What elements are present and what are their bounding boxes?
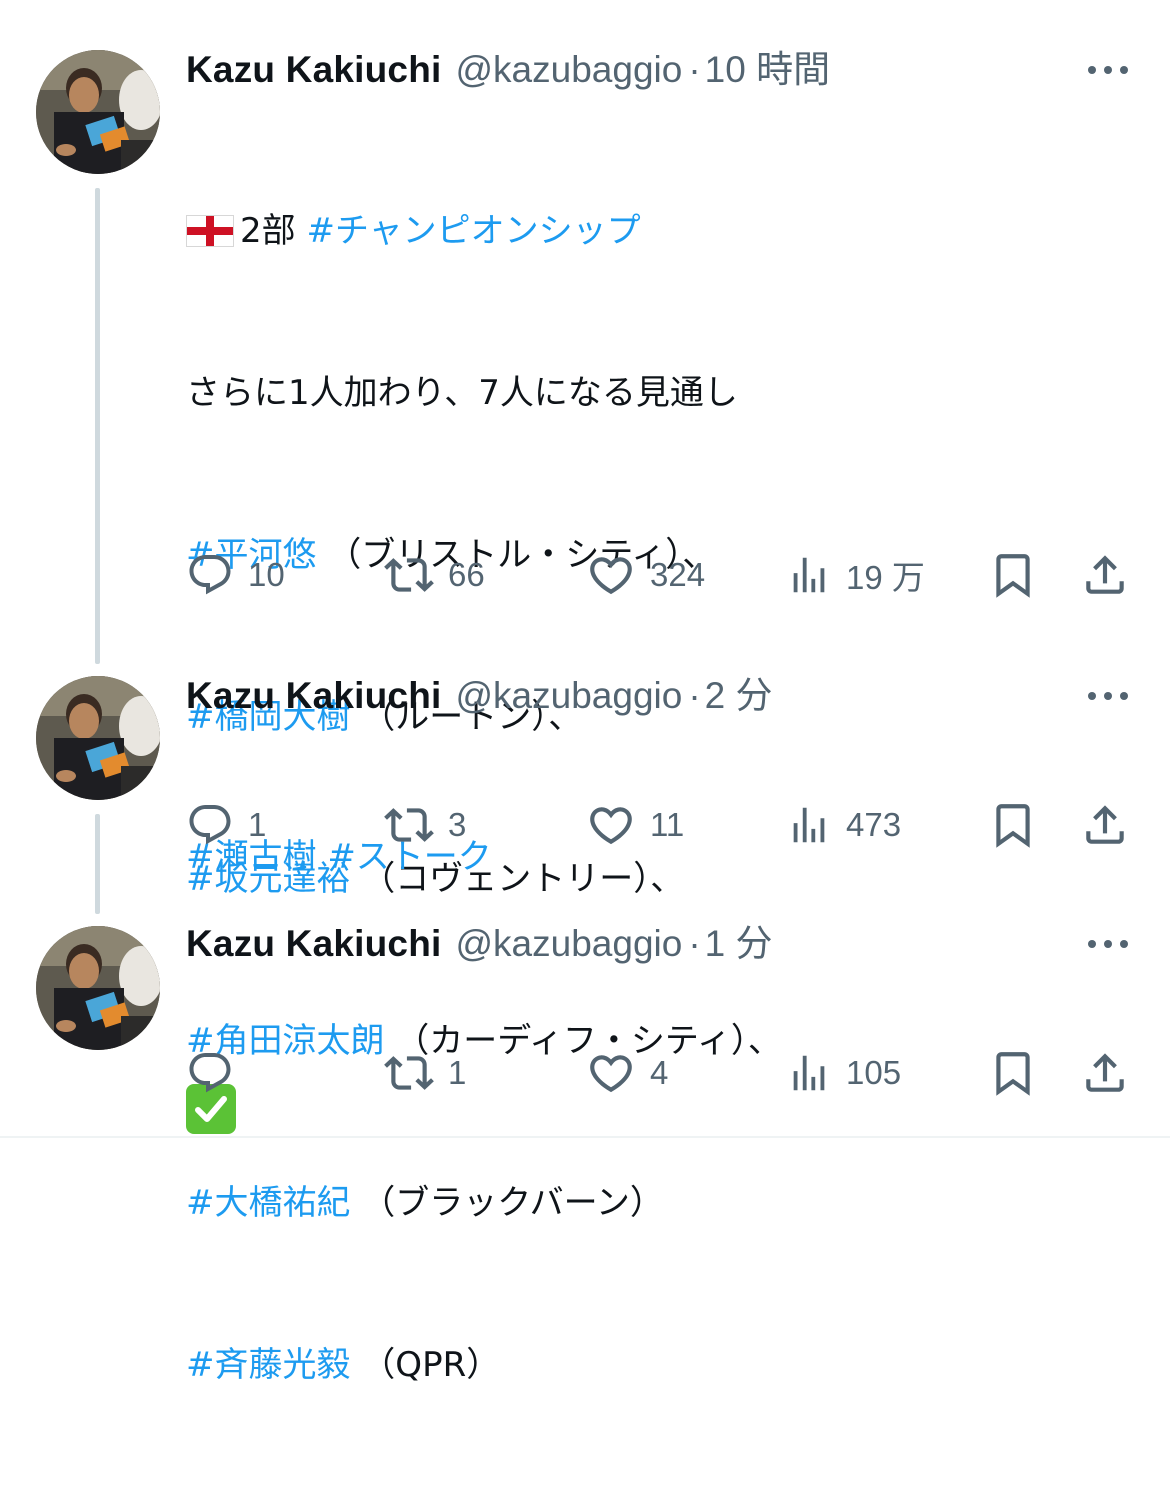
avatar[interactable] bbox=[36, 926, 160, 1050]
retweet-icon bbox=[384, 1048, 434, 1098]
bookmark-button[interactable] bbox=[988, 548, 1038, 602]
views-chart-icon bbox=[786, 1050, 832, 1096]
more-options-icon[interactable] bbox=[1086, 48, 1130, 92]
action-bar: 10 66 324 19 万 bbox=[186, 548, 1136, 602]
author-handle[interactable]: @kazubaggio bbox=[456, 48, 683, 92]
heart-icon bbox=[586, 550, 636, 600]
hashtag-link[interactable]: #斉藤光毅 bbox=[186, 1338, 351, 1392]
reply-button[interactable]: 10 bbox=[186, 548, 285, 602]
reply-icon bbox=[186, 1049, 234, 1097]
hashtag-link[interactable]: #チャンピオンシップ bbox=[306, 204, 640, 258]
timestamp[interactable]: 10 時間 bbox=[705, 48, 830, 92]
author-name[interactable]: Kazu Kakiuchi bbox=[186, 48, 442, 92]
views-button[interactable]: 105 bbox=[786, 1046, 901, 1100]
reply-icon bbox=[186, 551, 234, 599]
text-line: #大橋祐紀 （ブラックバーン） bbox=[186, 1176, 782, 1230]
like-button[interactable]: 4 bbox=[586, 1046, 668, 1100]
retweet-button[interactable]: 3 bbox=[384, 798, 466, 852]
divider bbox=[0, 1136, 1170, 1138]
like-button[interactable]: 324 bbox=[586, 548, 705, 602]
author-name[interactable]: Kazu Kakiuchi bbox=[186, 674, 442, 718]
text-line: さらに1人加わり、7人になる見通し bbox=[186, 366, 782, 420]
bookmark-icon bbox=[988, 800, 1038, 850]
more-options-icon[interactable] bbox=[1086, 922, 1130, 966]
author-name[interactable]: Kazu Kakiuchi bbox=[186, 922, 442, 966]
avatar[interactable] bbox=[36, 50, 160, 174]
england-flag-icon bbox=[186, 215, 234, 247]
author-handle[interactable]: @kazubaggio bbox=[456, 674, 683, 718]
text-segment: （ブラックバーン） bbox=[350, 1183, 664, 1223]
reply-button[interactable] bbox=[186, 1046, 248, 1100]
retweet-count: 66 bbox=[448, 556, 485, 593]
reply-icon bbox=[186, 801, 234, 849]
reply-button[interactable]: 1 bbox=[186, 798, 266, 852]
bookmark-button[interactable] bbox=[988, 798, 1038, 852]
bookmark-icon bbox=[988, 550, 1038, 600]
tweet[interactable]: Kazu Kakiuchi @kazubaggio · 1 分 1 4 105 bbox=[0, 922, 1170, 1134]
more-options-icon[interactable] bbox=[1086, 674, 1130, 718]
share-button[interactable] bbox=[1080, 798, 1130, 852]
separator-dot: · bbox=[688, 675, 701, 716]
share-icon bbox=[1080, 550, 1130, 600]
avatar[interactable] bbox=[36, 676, 160, 800]
reply-count: 10 bbox=[248, 556, 285, 593]
text-line: 2部 #チャンピオンシップ bbox=[186, 204, 782, 258]
timestamp[interactable]: 2 分 bbox=[705, 674, 773, 718]
timestamp[interactable]: 1 分 bbox=[705, 922, 773, 966]
action-bar: 1 4 105 bbox=[186, 1046, 1136, 1100]
text-segment: 2部 bbox=[240, 211, 307, 251]
views-count: 19 万 bbox=[846, 559, 925, 596]
like-count: 11 bbox=[650, 806, 685, 843]
share-icon bbox=[1080, 1048, 1130, 1098]
retweet-button[interactable]: 1 bbox=[384, 1046, 466, 1100]
separator-dot: · bbox=[688, 923, 701, 964]
views-chart-icon bbox=[786, 552, 832, 598]
action-bar: 1 3 11 473 bbox=[186, 798, 1136, 852]
share-icon bbox=[1080, 800, 1130, 850]
views-button[interactable]: 473 bbox=[786, 798, 901, 852]
like-count: 4 bbox=[650, 1054, 669, 1091]
views-button[interactable]: 19 万 bbox=[786, 548, 925, 602]
text-segment: （QPR） bbox=[350, 1345, 501, 1385]
views-count: 473 bbox=[846, 806, 902, 843]
heart-icon bbox=[586, 800, 636, 850]
retweet-icon bbox=[384, 800, 434, 850]
views-count: 105 bbox=[846, 1054, 902, 1091]
bookmark-button[interactable] bbox=[988, 1046, 1038, 1100]
tweet[interactable]: Kazu Kakiuchi @kazubaggio · 2 分 #瀬古樹 #スト… bbox=[0, 674, 1170, 877]
text-line: #斉藤光毅 （QPR） bbox=[186, 1338, 782, 1392]
share-button[interactable] bbox=[1080, 1046, 1130, 1100]
like-count: 324 bbox=[650, 556, 706, 593]
share-button[interactable] bbox=[1080, 548, 1130, 602]
retweet-button[interactable]: 66 bbox=[384, 548, 485, 602]
retweet-icon bbox=[384, 550, 434, 600]
separator-dot: · bbox=[688, 49, 701, 90]
author-handle[interactable]: @kazubaggio bbox=[456, 922, 683, 966]
heart-icon bbox=[586, 1048, 636, 1098]
retweet-count: 3 bbox=[448, 806, 467, 843]
tweet-text bbox=[186, 974, 236, 1244]
retweet-count: 1 bbox=[448, 1054, 467, 1091]
views-chart-icon bbox=[786, 802, 832, 848]
tweet[interactable]: Kazu Kakiuchi @kazubaggio · 10 時間 2部 #チャ… bbox=[0, 48, 1170, 1385]
like-button[interactable]: 11 bbox=[586, 798, 684, 852]
text-segment: さらに1人加わり、7人になる見通し bbox=[186, 373, 738, 413]
reply-count: 1 bbox=[248, 806, 267, 843]
bookmark-icon bbox=[988, 1048, 1038, 1098]
